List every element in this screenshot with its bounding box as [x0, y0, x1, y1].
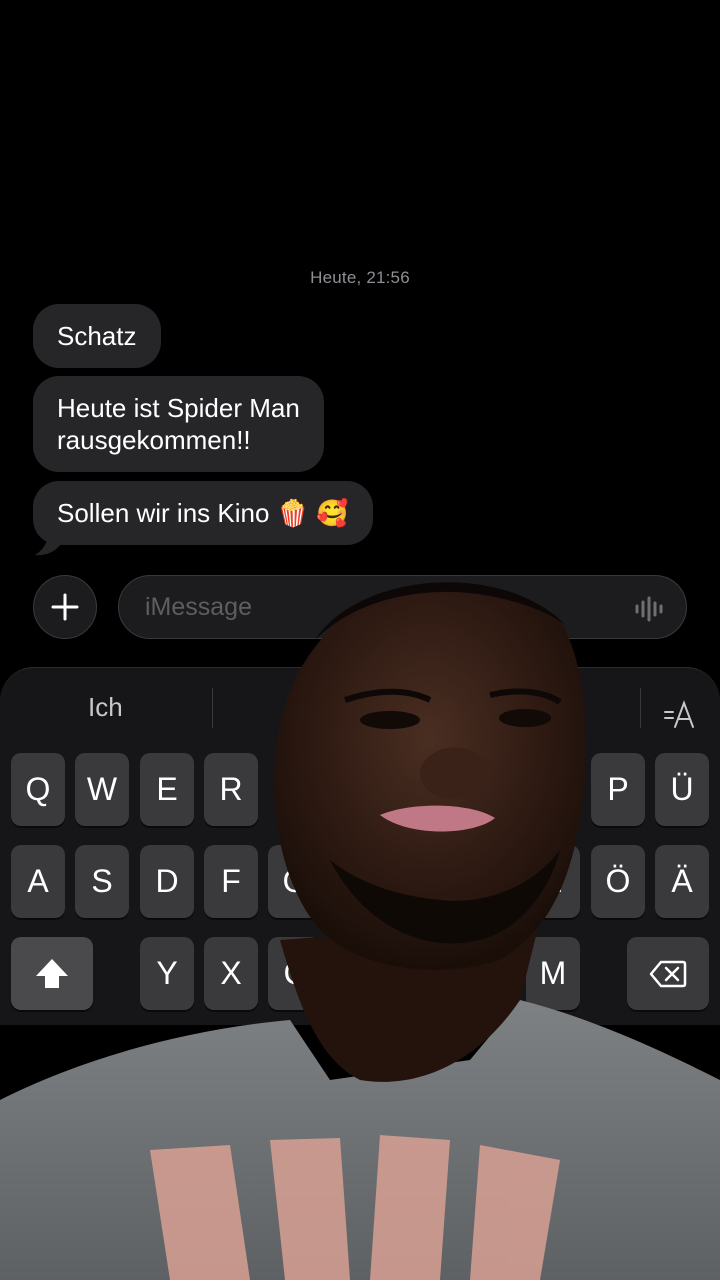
bubble-tail [35, 528, 65, 556]
message-bubble[interactable]: Sollen wir ins Kino 🍿 🥰 [33, 481, 373, 545]
message-bubble[interactable]: Heute ist Spider Man rausgekommen!! [33, 376, 324, 472]
message-bubble[interactable]: Schatz [33, 304, 161, 368]
message-text: Sollen wir ins Kino 🍿 🥰 [57, 498, 349, 528]
timestamp: Heute, 21:56 [310, 268, 410, 287]
message-text: rausgekommen!! [57, 425, 251, 455]
message-text: Schatz [57, 321, 137, 351]
person-overlay-image [0, 582, 720, 1280]
message-text: Heute ist Spider Man [57, 393, 300, 423]
